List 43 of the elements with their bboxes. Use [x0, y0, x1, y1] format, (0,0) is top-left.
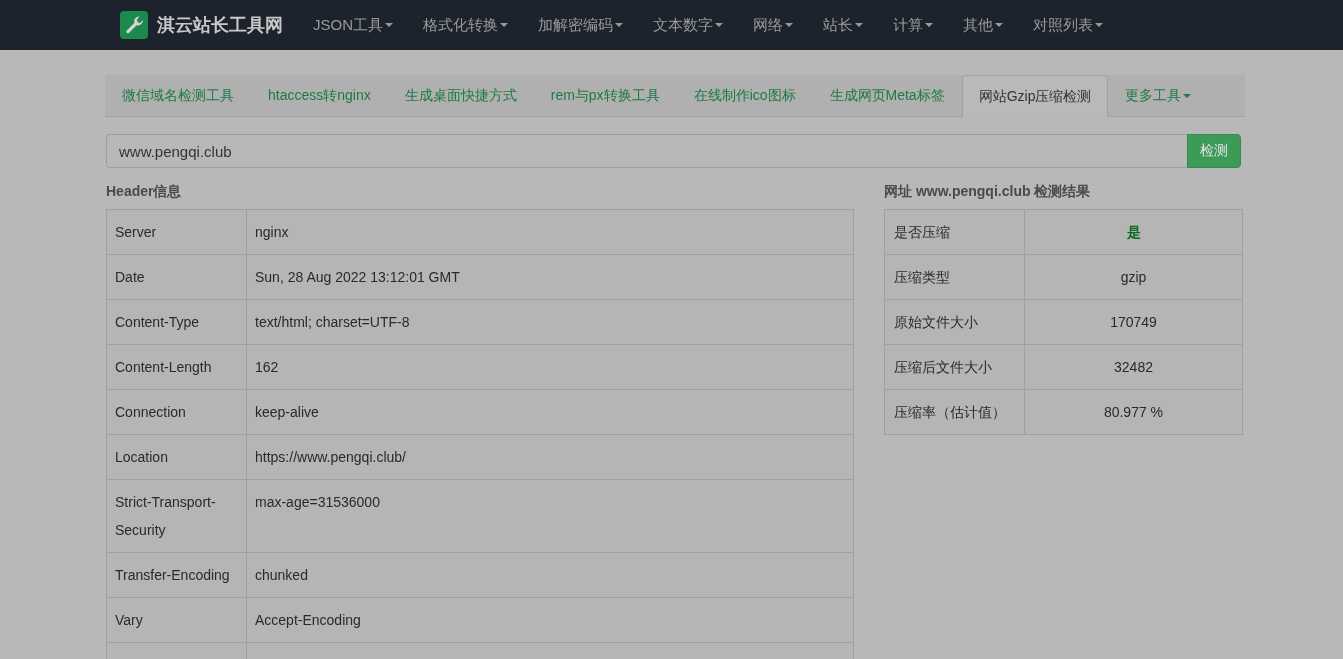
nav-menu-item[interactable]: 格式化转换 [408, 0, 523, 50]
nav-menu-item[interactable]: 加解密编码 [523, 0, 638, 50]
result-value-cell: 170749 [1024, 299, 1243, 345]
section-title: Header信息 [106, 182, 183, 201]
nav-menu-item[interactable]: 网络 [738, 0, 808, 50]
header-name-cell: Content-Type [106, 299, 247, 345]
result-label-cell: 压缩类型 [884, 254, 1025, 300]
header-name-cell: Connection [106, 389, 247, 435]
result-value-cell: 是 [1024, 209, 1243, 255]
header-value-cell: https://www.pengqi.club/ [246, 434, 854, 480]
nav-menu-item[interactable]: 文本数字 [638, 0, 738, 50]
header-value-cell: 162 [246, 344, 854, 390]
header-value-cell: nginx [246, 209, 854, 255]
result-label-cell: 压缩后文件大小 [884, 344, 1025, 390]
site-title[interactable]: 淇云站长工具网 [157, 13, 283, 37]
nav-menu-item[interactable]: JSON工具 [298, 0, 408, 50]
header-name-cell: Server [106, 209, 247, 255]
header-name-cell: Date [106, 254, 247, 300]
header-value-cell: keep-alive [246, 389, 854, 435]
nav-menu-item[interactable]: 计算 [878, 0, 948, 50]
tool-tab[interactable]: 网站Gzip压缩检测 [961, 75, 1109, 117]
header-value-cell: Accept-Encoding [246, 597, 854, 643]
result-value-cell: gzip [1024, 254, 1243, 300]
header-value-cell: text/html; charset=UTF-8 [246, 299, 854, 345]
nav-menu-item[interactable]: 其他 [948, 0, 1018, 50]
url-input-field[interactable]: www.pengqi.club [106, 134, 1187, 168]
nav-menu-item[interactable]: 对照列表 [1018, 0, 1118, 50]
nav-menu-item[interactable]: 站长 [808, 0, 878, 50]
header-value-cell: chunked [246, 552, 854, 598]
result-value-cell: 32482 [1024, 344, 1243, 390]
header-name-cell: Content-Length [106, 344, 247, 390]
result-value-cell: 80.977 % [1024, 389, 1243, 435]
header-value-cell: max-age=31536000 [246, 479, 854, 553]
header-value-cell: Sun, 28 Aug 2022 13:12:01 GMT [246, 254, 854, 300]
result-label-cell: 压缩率（估计值） [884, 389, 1025, 435]
wrench-icon [120, 11, 148, 39]
header-name-cell: Transfer-Encoding [106, 552, 247, 598]
section-title: 网址 www.pengqi.club 检测结果 [884, 182, 1092, 201]
result-label-cell: 是否压缩 [884, 209, 1025, 255]
header-name-cell: Strict-Transport-Security [106, 479, 247, 553]
result-label-cell: 原始文件大小 [884, 299, 1025, 345]
header-name-cell: Location [106, 434, 247, 480]
header-name-cell: Vary [106, 597, 247, 643]
